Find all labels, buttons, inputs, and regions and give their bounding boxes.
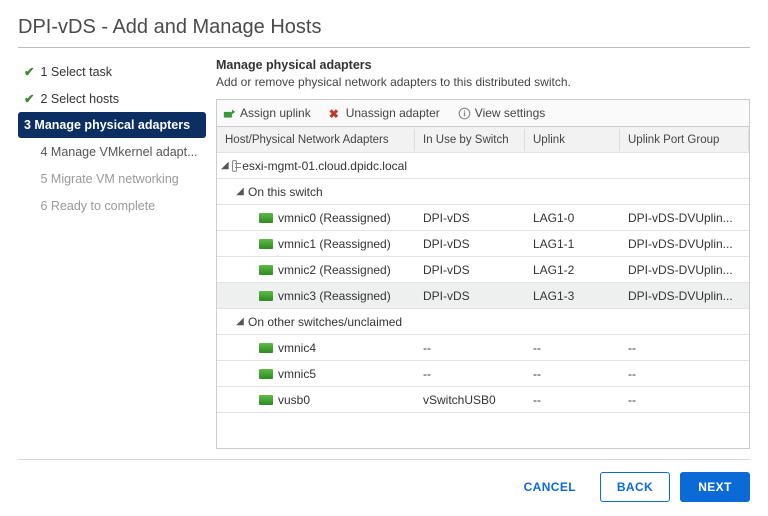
- cell-switch: DPI-vDS: [415, 232, 525, 256]
- check-icon: ✔: [24, 64, 34, 79]
- host-name: esxi-mgmt-01.cloud.dpidc.local: [242, 159, 407, 173]
- step-2-select-hosts[interactable]: ✔ 2 Select hosts: [18, 85, 206, 112]
- table-row[interactable]: vmnic4 -- -- --: [217, 335, 749, 361]
- table-row[interactable]: vusb0 vSwitchUSB0 -- --: [217, 387, 749, 413]
- table-row[interactable]: vmnic0 (Reassigned) DPI-vDS LAG1-0 DPI-v…: [217, 205, 749, 231]
- step-label: 6 Ready to complete: [40, 199, 155, 213]
- cell-portgroup: DPI-vDS-DVUplin...: [620, 232, 749, 256]
- panel-heading: Manage physical adapters: [216, 58, 750, 72]
- unassign-adapter-button[interactable]: ✖ Unassign adapter: [329, 106, 440, 120]
- cell-portgroup: DPI-vDS-DVUplin...: [620, 258, 749, 282]
- nic-icon: [259, 239, 273, 249]
- assign-icon: [223, 107, 236, 120]
- nic-icon: [259, 265, 273, 275]
- cell-portgroup: --: [620, 336, 749, 360]
- cell-uplink: LAG1-3: [525, 284, 620, 308]
- col-uplink-port-group[interactable]: Uplink Port Group: [620, 129, 749, 151]
- grid-body[interactable]: ◢ esxi-mgmt-01.cloud.dpidc.local ◢ On th…: [217, 153, 749, 448]
- cell-switch: vSwitchUSB0: [415, 388, 525, 412]
- step-label: 2 Select hosts: [40, 92, 119, 106]
- cell-portgroup: --: [620, 388, 749, 412]
- host-row[interactable]: ◢ esxi-mgmt-01.cloud.dpidc.local: [217, 153, 749, 179]
- nic-name: vmnic3 (Reassigned): [278, 289, 391, 303]
- col-in-use-by-switch[interactable]: In Use by Switch: [415, 129, 525, 151]
- nic-name: vmnic4: [278, 341, 316, 355]
- nic-icon: [259, 343, 273, 353]
- col-uplink[interactable]: Uplink: [525, 129, 620, 151]
- info-icon: [458, 107, 471, 120]
- nic-name: vmnic1 (Reassigned): [278, 237, 391, 251]
- step-label: 3 Manage physical adapters: [24, 118, 190, 132]
- nic-icon: [259, 291, 273, 301]
- step-5-migrate-vm-networking: ✔ 5 Migrate VM networking: [18, 165, 206, 192]
- step-6-ready-to-complete: ✔ 6 Ready to complete: [18, 192, 206, 219]
- nic-name: vmnic0 (Reassigned): [278, 211, 391, 225]
- cell-portgroup: DPI-vDS-DVUplin...: [620, 206, 749, 230]
- cell-uplink: LAG1-0: [525, 206, 620, 230]
- host-icon: [232, 160, 238, 172]
- step-label: 5 Migrate VM networking: [40, 172, 178, 186]
- view-settings-button[interactable]: View settings: [458, 106, 545, 120]
- assign-uplink-button[interactable]: Assign uplink: [223, 106, 311, 120]
- dialog-title: DPI-vDS - Add and Manage Hosts: [18, 16, 750, 48]
- step-label: 1 Select task: [40, 65, 112, 79]
- cell-switch: --: [415, 362, 525, 386]
- table-row[interactable]: vmnic3 (Reassigned) DPI-vDS LAG1-3 DPI-v…: [217, 283, 749, 309]
- cell-uplink: --: [525, 388, 620, 412]
- cell-switch: DPI-vDS: [415, 206, 525, 230]
- nic-icon: [259, 369, 273, 379]
- cell-portgroup: DPI-vDS-DVUplin...: [620, 284, 749, 308]
- unassign-icon: ✖: [329, 107, 342, 120]
- nic-name: vmnic5: [278, 367, 316, 381]
- dialog-body: ✔ 1 Select task ✔ 2 Select hosts ✔ 3 Man…: [18, 48, 750, 449]
- cell-portgroup: --: [620, 362, 749, 386]
- col-host-adapter[interactable]: Host/Physical Network Adapters: [217, 129, 415, 151]
- check-icon: ✔: [24, 91, 34, 106]
- cell-switch: DPI-vDS: [415, 284, 525, 308]
- collapse-icon[interactable]: ◢: [221, 160, 229, 171]
- table-row[interactable]: vmnic2 (Reassigned) DPI-vDS LAG1-2 DPI-v…: [217, 257, 749, 283]
- group-label: On this switch: [248, 185, 323, 199]
- collapse-icon[interactable]: ◢: [235, 186, 245, 197]
- panel-subheading: Add or remove physical network adapters …: [216, 75, 750, 89]
- dialog-footer: CANCEL BACK NEXT: [18, 459, 750, 502]
- cell-uplink: LAG1-1: [525, 232, 620, 256]
- nic-name: vusb0: [278, 393, 310, 407]
- cell-switch: DPI-vDS: [415, 258, 525, 282]
- collapse-icon[interactable]: ◢: [235, 316, 245, 327]
- view-label: View settings: [475, 106, 545, 120]
- cell-uplink: --: [525, 362, 620, 386]
- cell-uplink: --: [525, 336, 620, 360]
- cell-uplink: LAG1-2: [525, 258, 620, 282]
- cell-switch: --: [415, 336, 525, 360]
- table-row[interactable]: vmnic5 -- -- --: [217, 361, 749, 387]
- nic-icon: [259, 395, 273, 405]
- nic-icon: [259, 213, 273, 223]
- grid-header-row: Host/Physical Network Adapters In Use by…: [217, 127, 749, 153]
- back-button[interactable]: BACK: [600, 472, 670, 502]
- nic-name: vmnic2 (Reassigned): [278, 263, 391, 277]
- adapter-toolbar: Assign uplink ✖ Unassign adapter View se…: [216, 99, 750, 126]
- unassign-label: Unassign adapter: [346, 106, 440, 120]
- wizard-dialog: DPI-vDS - Add and Manage Hosts ✔ 1 Selec…: [0, 0, 768, 516]
- cancel-button[interactable]: CANCEL: [510, 472, 590, 502]
- step-4-manage-vmkernel[interactable]: ✔ 4 Manage VMkernel adapt...: [18, 138, 206, 165]
- table-row[interactable]: vmnic1 (Reassigned) DPI-vDS LAG1-1 DPI-v…: [217, 231, 749, 257]
- group-other-switches[interactable]: ◢ On other switches/unclaimed: [217, 309, 749, 335]
- assign-label: Assign uplink: [240, 106, 311, 120]
- main-panel: Manage physical adapters Add or remove p…: [216, 58, 750, 449]
- wizard-steps-sidebar: ✔ 1 Select task ✔ 2 Select hosts ✔ 3 Man…: [18, 58, 216, 449]
- next-button[interactable]: NEXT: [680, 472, 750, 502]
- group-label: On other switches/unclaimed: [248, 315, 402, 329]
- step-1-select-task[interactable]: ✔ 1 Select task: [18, 58, 206, 85]
- adapters-grid: Host/Physical Network Adapters In Use by…: [216, 126, 750, 449]
- group-on-this-switch[interactable]: ◢ On this switch: [217, 179, 749, 205]
- step-3-manage-physical-adapters[interactable]: ✔ 3 Manage physical adapters: [18, 112, 206, 138]
- step-label: 4 Manage VMkernel adapt...: [40, 145, 197, 159]
